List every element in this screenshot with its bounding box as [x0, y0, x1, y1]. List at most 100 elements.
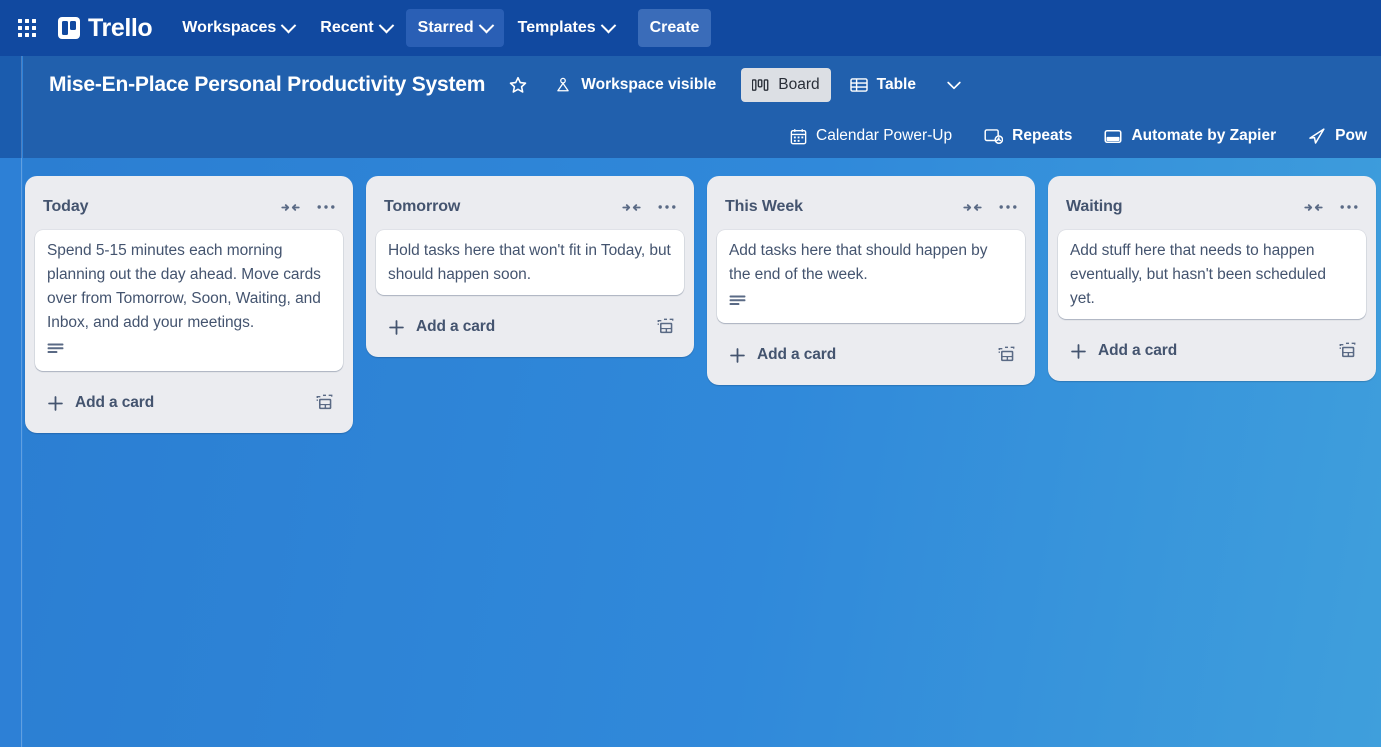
list-title[interactable]: Waiting [1066, 197, 1292, 217]
board-power-ups-row: Calendar Power-Up Repeats Automate by Za… [23, 114, 1381, 158]
workspace-visibility-button[interactable]: Workspace visible [543, 68, 727, 102]
board-card[interactable]: Hold tasks here that won't fit in Today,… [376, 230, 684, 295]
list-footer: Add a card [1056, 327, 1368, 373]
plus-icon [389, 319, 404, 335]
power-up-truncated[interactable]: Pow [1298, 120, 1377, 152]
view-tab-table-label: Table [876, 76, 916, 93]
repeats-icon [984, 128, 1004, 144]
list-actions-icon[interactable] [993, 192, 1023, 222]
list-footer: Add a card [33, 379, 345, 425]
workspace-visibility-label: Workspace visible [581, 76, 717, 93]
description-icon [47, 342, 64, 362]
power-up-zapier-label: Automate by Zapier [1131, 127, 1277, 144]
board-view-icon [752, 78, 769, 91]
card-title: Add tasks here that should happen by the… [729, 242, 988, 283]
list-cards: Spend 5-15 minutes each morning planning… [33, 230, 345, 379]
power-up-repeats[interactable]: Repeats [974, 120, 1082, 152]
chevron-down-icon [378, 17, 394, 33]
collapse-list-icon[interactable] [616, 192, 646, 222]
view-tab-board[interactable]: Board [741, 68, 831, 102]
table-view-icon [849, 78, 868, 92]
apps-grid-icon[interactable] [10, 11, 44, 45]
nav-item-templates-label: Templates [517, 19, 596, 36]
nav-item-recent-label: Recent [320, 19, 374, 36]
add-a-card-button[interactable]: Add a card [39, 385, 301, 421]
board-lists-container: Today Spend 5-15 minutes each morning pl… [23, 158, 1381, 433]
card-template-icon[interactable] [307, 386, 341, 420]
chevron-down-icon [947, 81, 961, 90]
more-views-button[interactable] [937, 68, 971, 102]
list-cards: Add tasks here that should happen by the… [715, 230, 1027, 331]
zapier-icon [1104, 129, 1122, 143]
collapsed-sidebar [0, 56, 22, 747]
card-badges [729, 293, 1013, 315]
list-title[interactable]: This Week [725, 197, 951, 217]
nav-item-workspaces-label: Workspaces [182, 19, 277, 36]
add-a-card-label: Add a card [75, 394, 155, 411]
card-badges [47, 341, 331, 363]
create-button[interactable]: Create [637, 9, 712, 47]
board-canvas: Today Spend 5-15 minutes each morning pl… [23, 158, 1381, 747]
view-tab-board-label: Board [778, 76, 820, 93]
plus-icon [1071, 343, 1086, 359]
add-a-card-label: Add a card [416, 318, 496, 335]
card-title: Add stuff here that needs to happen even… [1070, 242, 1326, 307]
collapse-list-icon[interactable] [957, 192, 987, 222]
list-actions-icon[interactable] [311, 192, 341, 222]
star-icon[interactable] [501, 68, 535, 102]
board-card[interactable]: Add stuff here that needs to happen even… [1058, 230, 1366, 319]
paper-plane-icon [1309, 128, 1325, 144]
collapsed-sidebar-lower [0, 158, 22, 747]
nav-item-starred-label: Starred [417, 19, 474, 36]
board-list-this-week: This Week Add tasks here that should hap… [707, 176, 1035, 385]
list-cards: Hold tasks here that won't fit in Today,… [374, 230, 686, 303]
list-footer: Add a card [374, 303, 686, 349]
trello-logo-icon [58, 17, 80, 39]
nav-item-starred[interactable]: Starred [405, 9, 504, 47]
collapse-list-icon[interactable] [275, 192, 305, 222]
card-template-icon[interactable] [1330, 334, 1364, 368]
board-header: Mise-En-Place Personal Productivity Syst… [23, 56, 1381, 158]
list-actions-icon[interactable] [652, 192, 682, 222]
add-a-card-label: Add a card [757, 346, 837, 363]
board-header-primary-row: Mise-En-Place Personal Productivity Syst… [23, 56, 1381, 114]
plus-icon [48, 395, 63, 411]
trello-home-link[interactable]: Trello [58, 15, 153, 41]
list-header: This Week [715, 184, 1027, 230]
board-title[interactable]: Mise-En-Place Personal Productivity Syst… [43, 69, 491, 101]
add-a-card-button[interactable]: Add a card [380, 309, 642, 345]
card-title: Hold tasks here that won't fit in Today,… [388, 242, 671, 283]
add-a-card-button[interactable]: Add a card [1062, 333, 1324, 369]
list-footer: Add a card [715, 331, 1027, 377]
power-up-truncated-label: Pow [1335, 127, 1368, 144]
list-header: Tomorrow [374, 184, 686, 230]
power-up-repeats-label: Repeats [1012, 127, 1073, 144]
board-list-today: Today Spend 5-15 minutes each morning pl… [25, 176, 353, 433]
nav-item-templates[interactable]: Templates [506, 9, 626, 47]
nav-item-recent[interactable]: Recent [308, 9, 403, 47]
power-up-calendar-label: Calendar Power-Up [816, 127, 953, 144]
add-a-card-label: Add a card [1098, 342, 1178, 359]
nav-item-workspaces[interactable]: Workspaces [170, 9, 306, 47]
add-a-card-button[interactable]: Add a card [721, 337, 983, 373]
power-up-zapier[interactable]: Automate by Zapier [1094, 120, 1286, 152]
card-title: Spend 5-15 minutes each morning planning… [47, 242, 321, 331]
list-actions-icon[interactable] [1334, 192, 1364, 222]
power-up-calendar[interactable]: Calendar Power-Up [780, 120, 962, 152]
board-list-waiting: Waiting Add stuff here that needs to hap… [1048, 176, 1376, 381]
top-navigation-bar: Trello Workspaces Recent Starred Templat… [0, 0, 1381, 56]
list-title[interactable]: Today [43, 197, 269, 217]
board-card[interactable]: Add tasks here that should happen by the… [717, 230, 1025, 323]
board-card[interactable]: Spend 5-15 minutes each morning planning… [35, 230, 343, 371]
list-title[interactable]: Tomorrow [384, 197, 610, 217]
collapse-list-icon[interactable] [1298, 192, 1328, 222]
workspace-visible-icon [557, 77, 570, 92]
chevron-down-icon [600, 17, 616, 33]
list-cards: Add stuff here that needs to happen even… [1056, 230, 1368, 327]
card-template-icon[interactable] [648, 310, 682, 344]
board-list-tomorrow: Tomorrow Hold tasks here that won't fit … [366, 176, 694, 357]
card-template-icon[interactable] [989, 338, 1023, 372]
view-tab-table[interactable]: Table [839, 68, 927, 102]
apps-grid-dots [18, 19, 36, 37]
chevron-down-icon [478, 17, 494, 33]
